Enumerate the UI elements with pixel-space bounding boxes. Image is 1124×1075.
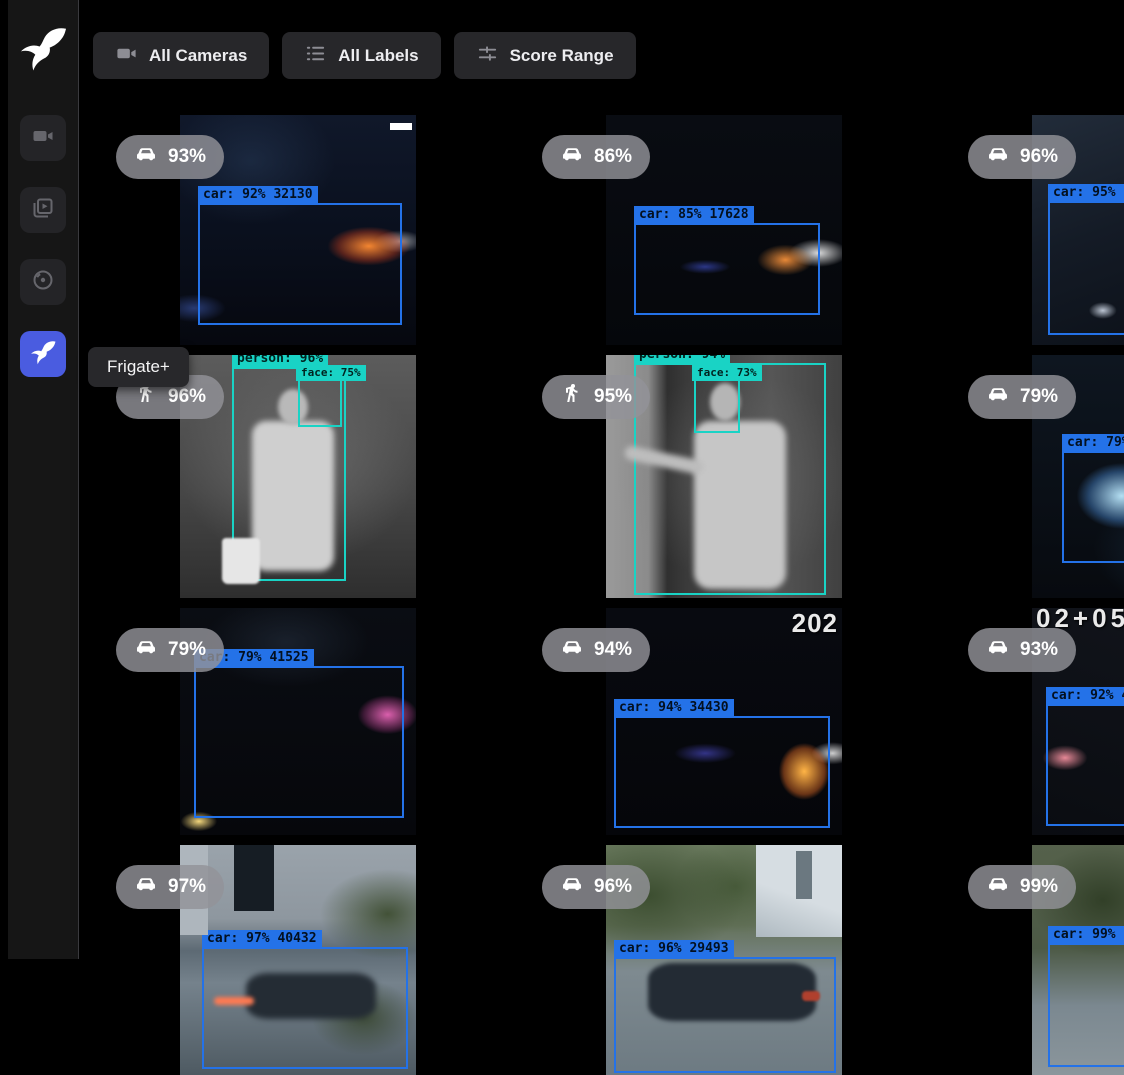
- score-value: 93%: [1020, 639, 1058, 661]
- score-badge: 99%: [968, 865, 1076, 909]
- score-value: 94%: [594, 639, 632, 661]
- bounding-box: car: 79% 41525: [194, 666, 404, 818]
- scene-shape: [390, 123, 412, 130]
- detection-cell[interactable]: car: 99% 25 99%: [952, 845, 1124, 1075]
- bounding-box: car: 94% 34430: [614, 716, 830, 828]
- car-icon: [986, 635, 1010, 665]
- score-badge: 79%: [116, 628, 224, 672]
- score-badge: 96%: [542, 865, 650, 909]
- bounding-box: car: 96% 29493: [614, 957, 836, 1073]
- frigate-logo: [19, 24, 67, 72]
- face-bbox-label: face: 75%: [296, 365, 366, 381]
- detection-cell[interactable]: 02+05 Jcar: 92% 421693%: [952, 608, 1124, 835]
- score-value: 96%: [594, 876, 632, 898]
- detection-grid: car: 92% 32130 93% car: 85% 17628 86% car: 9…: [100, 115, 1124, 1075]
- car-icon: [986, 142, 1010, 172]
- score-badge: 96%: [968, 135, 1076, 179]
- list-icon: [304, 42, 327, 70]
- car-icon: [134, 872, 158, 902]
- car-icon: [560, 872, 584, 902]
- score-value: 99%: [1020, 876, 1058, 898]
- bounding-box: car: 97% 40432: [202, 947, 408, 1069]
- score-badge: 97%: [116, 865, 224, 909]
- bbox-label: car: 92% 32130: [198, 186, 318, 204]
- detection-cell[interactable]: car: 79% 41525 79%: [100, 608, 526, 835]
- detection-cell[interactable]: car: 96% 29493 96%: [526, 845, 952, 1075]
- bounding-box: car: 92% 32130: [198, 203, 402, 325]
- bbox-label: car: 94% 34430: [614, 699, 734, 717]
- detection-cell[interactable]: 202 car: 94% 34430 94%: [526, 608, 952, 835]
- score-value: 95%: [594, 386, 632, 408]
- score-value: 79%: [168, 639, 206, 661]
- face-bbox-label: face: 73%: [692, 365, 762, 381]
- bbox-label: car: 97% 40432: [202, 930, 322, 948]
- sidebar-nav: [20, 115, 66, 377]
- detection-cell[interactable]: car: 92% 32130 93%: [100, 115, 526, 345]
- car-icon: [986, 872, 1010, 902]
- car-icon: [134, 635, 158, 665]
- sliders-icon: [476, 42, 499, 70]
- sidebar: [0, 0, 79, 959]
- score-badge: 93%: [116, 135, 224, 179]
- bbox-label: car: 92% 4216: [1046, 687, 1124, 705]
- car-icon: [560, 635, 584, 665]
- detection-cell[interactable]: person: 94%face: 73%95%: [526, 355, 952, 598]
- score-badge: 79%: [968, 375, 1076, 419]
- score-value: 97%: [168, 876, 206, 898]
- bbox-label: car: 79%: [1062, 434, 1124, 452]
- all-labels-filter-button[interactable]: All Labels: [282, 32, 440, 79]
- score-value: 93%: [168, 146, 206, 168]
- bounding-box: car: 92% 4216: [1046, 704, 1124, 826]
- score-value: 86%: [594, 146, 632, 168]
- all-cameras-label: All Cameras: [149, 46, 247, 66]
- score-badge: 93%: [968, 628, 1076, 672]
- sidebar-item-review[interactable]: [20, 187, 66, 233]
- face-bounding-box: face: 73%: [694, 379, 740, 433]
- explore-icon: [31, 268, 55, 297]
- bounding-box: car: 85% 17628: [634, 223, 820, 315]
- detection-cell[interactable]: car: 95% 45260 96%: [952, 115, 1124, 345]
- bounding-box: car: 99% 25: [1048, 943, 1124, 1067]
- bbox-label: person: 94%: [634, 355, 730, 364]
- car-icon: [986, 382, 1010, 412]
- frigate-bird-icon: [30, 339, 56, 370]
- video-camera-icon: [31, 124, 55, 153]
- face-bounding-box: face: 75%: [298, 379, 342, 427]
- bbox-label: car: 95% 45260: [1048, 184, 1124, 202]
- bounding-box: car: 95% 45260: [1048, 201, 1124, 335]
- score-badge: 86%: [542, 135, 650, 179]
- frigate-plus-tooltip: Frigate+: [88, 347, 189, 387]
- detection-cell[interactable]: car: 79% 79%: [952, 355, 1124, 598]
- car-icon: [134, 142, 158, 172]
- bbox-label: car: 96% 29493: [614, 940, 734, 958]
- camera-icon: [115, 42, 138, 70]
- score-value: 96%: [168, 386, 206, 408]
- detection-cell[interactable]: car: 85% 17628 86%: [526, 115, 952, 345]
- all-labels-label: All Labels: [338, 46, 418, 66]
- sidebar-item-frigate-plus[interactable]: [20, 331, 66, 377]
- score-value: 79%: [1020, 386, 1058, 408]
- person-icon: [560, 382, 584, 412]
- bounding-box: car: 79%: [1062, 451, 1124, 563]
- score-badge: 94%: [542, 628, 650, 672]
- detection-cell[interactable]: car: 97% 40432 97%: [100, 845, 526, 1075]
- bbox-label: car: 99% 25: [1048, 926, 1124, 944]
- timestamp-overlay: 202: [792, 608, 838, 639]
- bbox-label: car: 85% 17628: [634, 206, 754, 224]
- score-badge: 95%: [542, 375, 650, 419]
- all-cameras-filter-button[interactable]: All Cameras: [93, 32, 269, 79]
- car-icon: [560, 142, 584, 172]
- score-value: 96%: [1020, 146, 1058, 168]
- sidebar-item-cameras[interactable]: [20, 115, 66, 161]
- detection-cell[interactable]: person: 96%face: 75%96%: [100, 355, 526, 598]
- sidebar-item-explore[interactable]: [20, 259, 66, 305]
- score-range-label: Score Range: [510, 46, 614, 66]
- review-icon: [31, 196, 55, 225]
- score-range-filter-button[interactable]: Score Range: [454, 32, 636, 79]
- filter-toolbar: All Cameras All Labels Score Range: [93, 32, 636, 79]
